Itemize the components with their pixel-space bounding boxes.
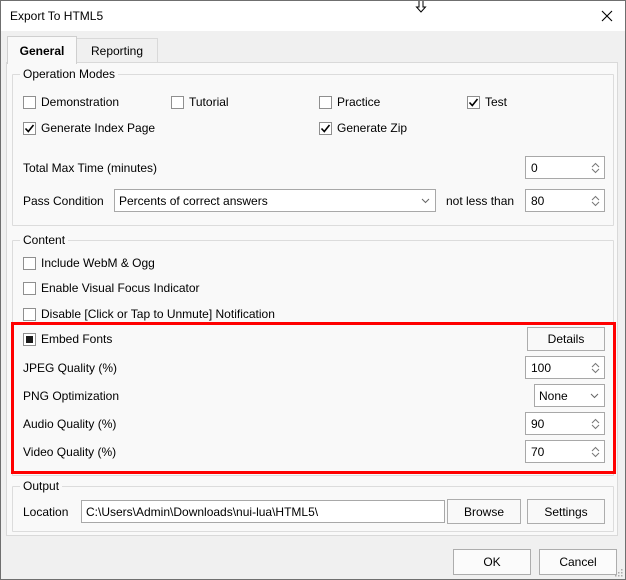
- checkbox-box: [319, 95, 332, 109]
- resize-cursor-icon: [415, 1, 427, 13]
- checkbox-label: Test: [485, 95, 508, 109]
- title-bar: Export To HTML5: [1, 0, 625, 31]
- location-input[interactable]: C:\Users\Admin\Downloads\nui-lua\HTML5\: [81, 500, 445, 523]
- export-dialog: Export To HTML5 General Reporting Operat…: [0, 0, 626, 580]
- chevron-down-icon: [591, 201, 599, 206]
- cancel-button[interactable]: Cancel: [539, 549, 617, 575]
- ok-button[interactable]: OK: [453, 549, 531, 575]
- checkbox-box: [23, 307, 36, 321]
- operation-modes-title: Operation Modes: [20, 66, 119, 82]
- output-title: Output: [20, 478, 63, 494]
- checkbox-label: Embed Fonts: [41, 332, 113, 346]
- spin-arrows[interactable]: [588, 190, 602, 211]
- test-checkbox[interactable]: Test: [467, 94, 507, 110]
- details-button[interactable]: Details: [527, 327, 605, 351]
- dialog-title: Export To HTML5: [10, 9, 104, 23]
- checkbox-box: [23, 121, 36, 135]
- include-webm-ogg-checkbox[interactable]: Include WebM & Ogg: [23, 255, 155, 271]
- chevron-down-icon: [591, 368, 599, 373]
- ok-button-label: OK: [483, 555, 501, 569]
- embed-fonts-checkbox[interactable]: Embed Fonts: [23, 331, 112, 347]
- total-max-time-value: 0: [531, 160, 538, 175]
- checkbox-box: [467, 95, 480, 109]
- content-group: Content: [12, 232, 614, 476]
- practice-checkbox[interactable]: Practice: [319, 94, 380, 110]
- tab-general-label: General: [19, 43, 65, 58]
- checkbox-label: Generate Index Page: [41, 121, 156, 135]
- checkbox-label: Enable Visual Focus Indicator: [41, 281, 200, 295]
- indeterminate-icon: [26, 335, 33, 343]
- settings-button[interactable]: Settings: [527, 499, 605, 524]
- png-optimization-label: PNG Optimization: [23, 389, 120, 403]
- checkbox-box: [319, 121, 332, 135]
- png-optimization-value: None: [539, 388, 568, 403]
- checkbox-label: Tutorial: [189, 95, 229, 109]
- audio-quality-label: Audio Quality (%): [23, 417, 117, 431]
- content-title: Content: [20, 232, 69, 248]
- checkbox-box: [23, 332, 36, 346]
- checkbox-label: Include WebM & Ogg: [41, 256, 155, 270]
- checkbox-box: [23, 256, 36, 270]
- tab-general[interactable]: General: [7, 36, 77, 64]
- details-button-label: Details: [547, 332, 585, 346]
- checkbox-label: Generate Zip: [337, 121, 408, 135]
- tab-reporting-label: Reporting: [90, 43, 144, 58]
- jpeg-quality-label: JPEG Quality (%): [23, 361, 118, 375]
- video-quality-spinner[interactable]: 70: [525, 440, 605, 463]
- pass-threshold-spinner[interactable]: 80: [525, 189, 605, 212]
- chevron-down-icon: [590, 393, 598, 398]
- cancel-button-label: Cancel: [559, 555, 597, 569]
- checkbox-box: [23, 281, 36, 295]
- pass-condition-value: Percents of correct answers: [119, 193, 268, 208]
- pass-condition-label: Pass Condition: [23, 194, 104, 208]
- disable-unmute-notification-checkbox[interactable]: Disable [Click or Tap to Unmute] Notific…: [23, 306, 275, 322]
- checkbox-label: Disable [Click or Tap to Unmute] Notific…: [41, 307, 275, 321]
- checkbox-box: [23, 95, 36, 109]
- png-optimization-select[interactable]: None: [534, 384, 605, 407]
- video-quality-value: 70: [531, 444, 545, 459]
- visual-focus-indicator-checkbox[interactable]: Enable Visual Focus Indicator: [23, 280, 200, 296]
- not-less-than-label: not less than: [446, 194, 515, 208]
- chevron-down-icon: [591, 168, 599, 173]
- audio-quality-spinner[interactable]: 90: [525, 412, 605, 435]
- checkmark-icon: [468, 98, 479, 107]
- checkbox-label: Practice: [337, 95, 381, 109]
- spin-arrows[interactable]: [588, 441, 602, 462]
- total-max-time-spinner[interactable]: 0: [525, 156, 605, 179]
- tab-reporting[interactable]: Reporting: [76, 38, 158, 63]
- location-label: Location: [23, 505, 69, 519]
- checkbox-label: Demonstration: [41, 95, 120, 109]
- total-max-time-label: Total Max Time (minutes): [23, 161, 158, 175]
- browse-button[interactable]: Browse: [447, 499, 521, 524]
- close-icon: [601, 10, 613, 22]
- demonstration-checkbox[interactable]: Demonstration: [23, 94, 119, 110]
- tutorial-checkbox[interactable]: Tutorial: [171, 94, 229, 110]
- browse-button-label: Browse: [463, 504, 504, 519]
- pass-threshold-value: 80: [531, 193, 545, 208]
- generate-zip-checkbox[interactable]: Generate Zip: [319, 120, 407, 136]
- pass-condition-select[interactable]: Percents of correct answers: [114, 189, 436, 212]
- chevron-down-icon: [421, 198, 429, 203]
- generate-index-page-checkbox[interactable]: Generate Index Page: [23, 120, 155, 136]
- spin-arrows[interactable]: [588, 413, 602, 434]
- close-button[interactable]: [589, 1, 625, 31]
- location-value: C:\Users\Admin\Downloads\nui-lua\HTML5\: [86, 504, 319, 519]
- resize-grip-icon[interactable]: [613, 567, 623, 577]
- chevron-down-icon: [591, 424, 599, 429]
- checkmark-icon: [320, 124, 331, 133]
- spin-arrows[interactable]: [588, 157, 602, 178]
- spin-arrows[interactable]: [588, 357, 602, 378]
- checkbox-box: [171, 95, 184, 109]
- video-quality-label: Video Quality (%): [23, 445, 117, 459]
- chevron-down-icon: [591, 452, 599, 457]
- checkmark-icon: [24, 124, 35, 133]
- audio-quality-value: 90: [531, 416, 545, 431]
- jpeg-quality-value: 100: [531, 360, 552, 375]
- settings-button-label: Settings: [544, 504, 588, 519]
- jpeg-quality-spinner[interactable]: 100: [525, 356, 605, 379]
